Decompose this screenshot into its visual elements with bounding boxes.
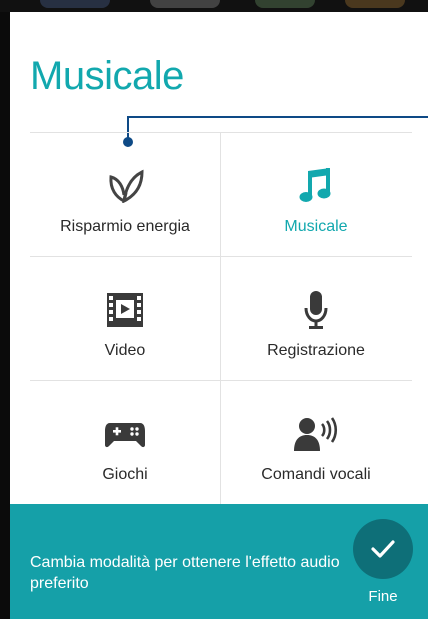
mode-video[interactable]: Video (30, 256, 220, 380)
background-blob (345, 0, 405, 8)
tutorial-pointer-line (127, 116, 428, 118)
background-blob (150, 0, 220, 8)
background-blob (255, 0, 315, 8)
mode-grid: Risparmio energia Musicale Video Registr… (30, 132, 412, 504)
background-blob (40, 0, 110, 8)
done-label[interactable]: Fine (352, 588, 414, 605)
mode-label: Registrazione (267, 342, 365, 359)
done-button[interactable] (353, 519, 413, 579)
mode-recording[interactable]: Registrazione (221, 256, 411, 380)
page-title: Musicale (30, 54, 184, 98)
mode-label: Video (104, 342, 146, 359)
tutorial-footer: Cambia modalità per ottenere l'effetto a… (10, 504, 428, 619)
film-icon (30, 290, 220, 330)
mode-power-saving[interactable]: Risparmio energia (30, 132, 220, 256)
voice-command-icon (221, 414, 411, 454)
mode-label: Comandi vocali (261, 466, 371, 483)
gamepad-icon (30, 414, 220, 454)
music-note-icon (221, 166, 411, 206)
mode-label: Risparmio energia (60, 218, 190, 235)
mode-voice-commands[interactable]: Comandi vocali (221, 380, 411, 504)
tutorial-hint: Cambia modalità per ottenere l'effetto a… (30, 554, 340, 592)
mode-label: Musicale (284, 218, 348, 235)
microphone-icon (221, 290, 411, 330)
mode-games[interactable]: Giochi (30, 380, 220, 504)
checkmark-icon (371, 540, 395, 558)
audio-wizard-panel: Musicale Risparmio energia Musicale Vide… (10, 12, 428, 619)
leaf-icon (30, 166, 220, 206)
mode-label: Giochi (102, 466, 148, 483)
mode-music[interactable]: Musicale (221, 132, 411, 256)
status-bar-strip (0, 0, 428, 12)
